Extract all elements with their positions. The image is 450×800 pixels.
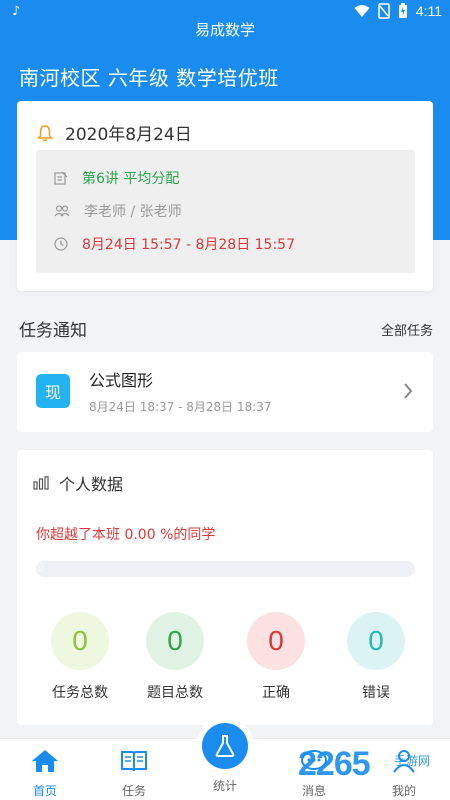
- home-icon: [32, 750, 58, 772]
- stat-label: 任务总数: [52, 685, 108, 701]
- chevron-right-icon: [404, 383, 413, 399]
- tiktok-icon: ♪: [12, 4, 21, 19]
- nav-tasks[interactable]: 任务: [104, 749, 164, 799]
- task-item[interactable]: 现 公式图形 8月24日 18:37 - 8月28日 18:37: [17, 352, 433, 432]
- watermark-logo: 2265: [298, 745, 371, 783]
- stat-label: 错误: [362, 685, 390, 701]
- watermark-suffix: 手游网: [394, 754, 431, 768]
- flask-icon: [215, 735, 235, 757]
- course-date: 2020年8月24日: [65, 125, 192, 145]
- personal-data-title: 个人数据: [59, 475, 124, 494]
- teacher-names: 李老师 / 张老师: [84, 204, 182, 220]
- nav-stats-button[interactable]: [196, 717, 254, 775]
- nav-stats-label: 统计: [212, 779, 237, 793]
- nav-home[interactable]: 首页: [15, 749, 75, 799]
- course-time-range: 8月24日 15:57 - 8月28日 15:57: [82, 237, 295, 253]
- task-time: 8月24日 18:37 - 8月28日 18:37: [89, 400, 272, 414]
- time-row: 8月24日 15:57 - 8月28日 15:57: [54, 234, 295, 254]
- book-icon: [121, 751, 147, 772]
- status-time: 4:11: [415, 3, 442, 19]
- rank-progress-bar: 0: [36, 561, 415, 577]
- stat-correct: 0 正确: [231, 612, 321, 702]
- exceed-text: 你超越了本班 0.00 %的同学: [36, 527, 216, 543]
- no-sim-icon: [378, 3, 390, 19]
- task-section-title: 任务通知: [19, 321, 87, 341]
- bottom-nav: 首页 任务 统计 消息 我的: [0, 717, 450, 800]
- stat-wrong: 0 错误: [331, 612, 421, 702]
- edit-icon: [54, 171, 68, 185]
- task-type-badge: 现: [36, 374, 70, 408]
- stat-total-questions: 0 题目总数: [130, 612, 220, 702]
- personal-data-card: 个人数据 你超越了本班 0.00 %的同学 0 0 任务总数 0 题目总数 0 …: [17, 450, 433, 725]
- task-title: 公式图形: [89, 371, 154, 390]
- rank-progress-label: 0: [38, 563, 44, 573]
- app-title: 易成数学: [194, 21, 255, 39]
- stat-circle: 0: [247, 612, 305, 670]
- course-details: 第6讲 平均分配 李老师 / 张老师 8月24日 15:57 - 8月28日 1…: [36, 150, 415, 273]
- nav-messages-label: 消息: [301, 784, 326, 798]
- personal-data-header: 个人数据: [33, 471, 123, 495]
- all-tasks-link[interactable]: 全部任务: [381, 320, 433, 339]
- lesson-title: 第6讲 平均分配: [82, 171, 180, 187]
- stat-circle: 0: [347, 612, 405, 670]
- battery-icon: [398, 3, 407, 18]
- stat-circle: 0: [146, 612, 204, 670]
- course-card[interactable]: 2020年8月24日 第6讲 平均分配 李老师 / 张老师 8月24日 15:5…: [17, 101, 433, 291]
- course-date-row: 2020年8月24日: [37, 120, 192, 145]
- bell-icon: [37, 124, 53, 141]
- nav-tasks-label: 任务: [121, 784, 146, 798]
- clock-icon: [54, 237, 68, 251]
- class-title[interactable]: 南河校区 六年级 数学培优班: [19, 62, 279, 91]
- stat-label: 正确: [262, 685, 290, 701]
- nav-stats-circle: [202, 723, 248, 769]
- nav-home-label: 首页: [32, 784, 57, 798]
- lesson-row: 第6讲 平均分配: [54, 168, 179, 188]
- teacher-row: 李老师 / 张老师: [54, 201, 182, 221]
- people-icon: [54, 205, 70, 217]
- stat-total-tasks: 0 任务总数: [35, 612, 125, 702]
- stat-circle: 0: [51, 612, 109, 670]
- wifi-icon: [354, 5, 370, 17]
- stat-label: 题目总数: [147, 685, 203, 701]
- nav-mine-label: 我的: [391, 784, 416, 798]
- bar-chart-icon: [33, 476, 49, 490]
